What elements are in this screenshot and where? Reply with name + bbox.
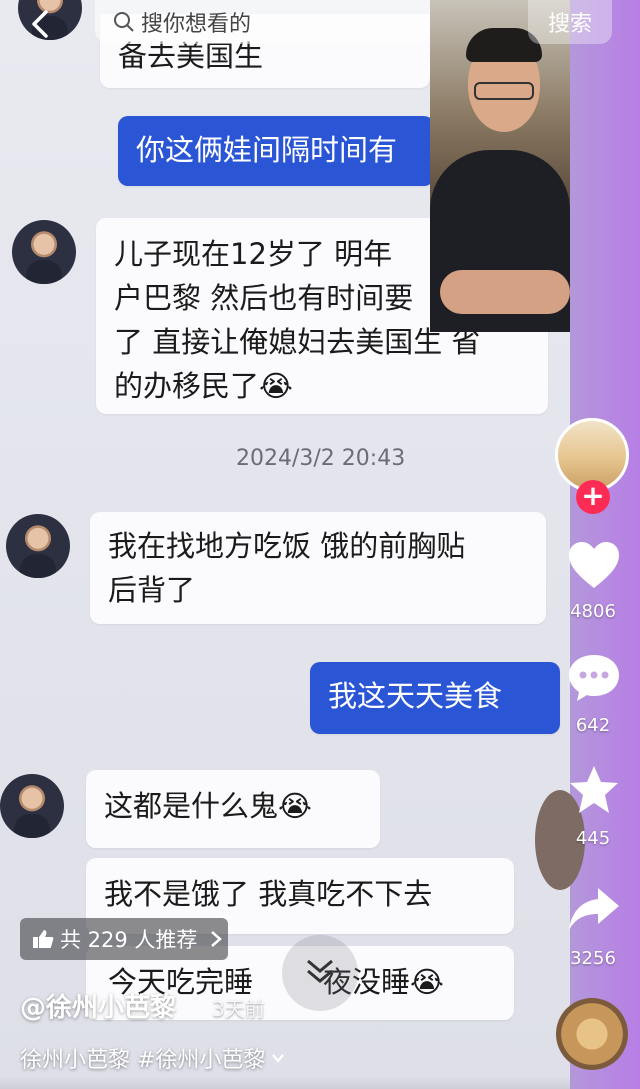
- music-disc-icon[interactable]: [556, 998, 628, 1070]
- message-text: 这都是什么鬼: [104, 789, 279, 823]
- recommend-pill[interactable]: 共 229 人推荐: [20, 918, 228, 960]
- author-name[interactable]: @徐州小芭黎: [20, 987, 176, 1024]
- search-placeholder: 搜你想看的: [141, 12, 252, 37]
- comment-count: 642: [575, 715, 611, 736]
- search-button-label: 搜索: [547, 12, 592, 37]
- search-button[interactable]: 搜索: [528, 0, 612, 44]
- presenter-glasses: [474, 82, 534, 100]
- back-arrow-icon[interactable]: [24, 8, 56, 40]
- share-count: 3256: [570, 948, 616, 969]
- presenter-video: [430, 0, 570, 332]
- crying-laughing-emoji: 😭: [410, 965, 444, 999]
- expand-chevron-button[interactable]: [282, 935, 358, 1011]
- chevron-down-icon: [272, 1054, 285, 1063]
- crying-laughing-emoji: 😭: [259, 369, 293, 403]
- message-text: 我不是饿了 我真吃不下去: [104, 877, 433, 911]
- chat-message-incoming: 我在找地方吃饭 饿的前胸贴 后背了: [90, 512, 546, 624]
- thumbs-up-icon: [33, 930, 54, 948]
- share-arrow-icon[interactable]: [566, 884, 622, 936]
- search-input[interactable]: 搜你想看的: [95, 0, 430, 44]
- sender-avatar: [6, 514, 70, 578]
- follow-button[interactable]: +: [576, 480, 610, 514]
- message-text: 我这天天美食: [328, 679, 503, 713]
- bottom-edge: [0, 1076, 570, 1089]
- post-time: 3天前: [212, 997, 265, 1021]
- chat-message-incoming: 这都是什么鬼😭: [86, 770, 380, 848]
- message-line: 后背了: [108, 573, 196, 607]
- video-caption[interactable]: 徐州小芭黎 #徐州小芭黎: [20, 1042, 285, 1074]
- like-count: 4806: [570, 601, 616, 622]
- search-icon: [114, 12, 134, 32]
- chat-timestamp: 2024/3/2 20:43: [236, 446, 406, 471]
- message-line: 我在找地方吃饭 饿的前胸贴: [108, 529, 466, 563]
- recommend-count-text: 共 229 人推荐: [60, 928, 198, 952]
- favorite-count: 445: [575, 828, 611, 849]
- comment-icon[interactable]: [566, 652, 622, 704]
- chat-message-outgoing: 你这俩娃间隔时间有: [118, 116, 434, 186]
- caption-text: 徐州小芭黎 #徐州小芭黎: [20, 1048, 266, 1073]
- double-chevron-down-icon: [307, 959, 333, 983]
- crying-laughing-emoji: 😭: [278, 789, 312, 823]
- presenter-arms: [440, 270, 570, 314]
- chevron-right-icon: [211, 931, 223, 947]
- sender-avatar: [0, 774, 64, 838]
- sender-avatar: [12, 220, 76, 284]
- chat-message-outgoing: 我这天天美食: [310, 662, 560, 734]
- message-text: 备去美国生: [118, 39, 264, 73]
- message-text: 你这俩娃间隔时间有: [136, 133, 398, 167]
- heart-icon[interactable]: [566, 540, 622, 592]
- message-line-with-emoji: 的办移民了😭: [114, 369, 293, 403]
- star-icon[interactable]: [566, 764, 622, 816]
